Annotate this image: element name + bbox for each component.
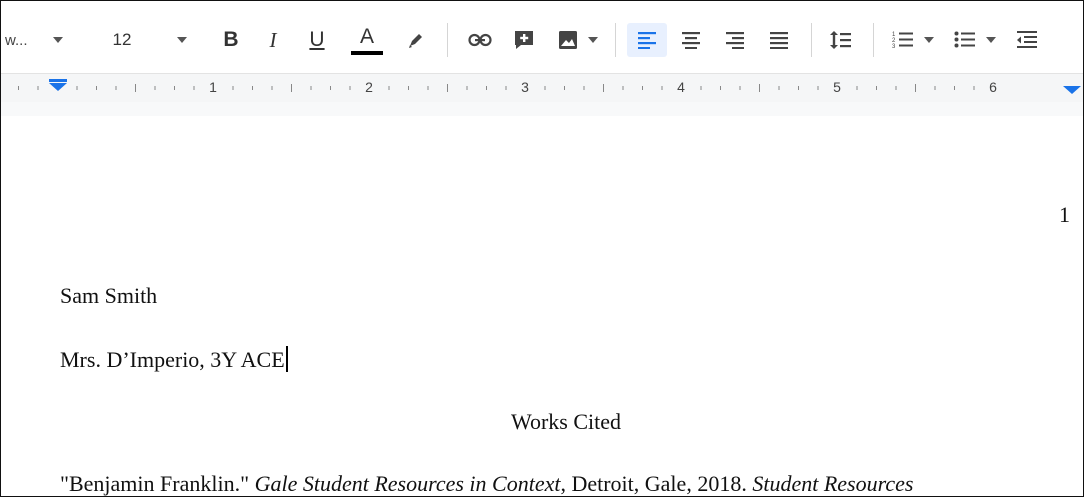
citation-database-italic: Student Resources [752, 471, 914, 496]
ruler-tick [447, 84, 448, 92]
ruler-tick [466, 86, 468, 90]
citation-part: "Benjamin Franklin." [60, 471, 255, 496]
document-page[interactable]: 1 Sam Smith Mrs. D’Imperio, 3Y ACE Works… [1, 116, 1083, 496]
ruler-tick [544, 86, 546, 90]
toolbar-separator [873, 23, 874, 57]
left-indent-marker-icon [49, 83, 67, 91]
text-color-button[interactable]: A [351, 23, 383, 57]
teacher-line[interactable]: Mrs. D’Imperio, 3Y ACE [60, 346, 288, 373]
ruler-number: 5 [833, 79, 841, 95]
align-left-icon[interactable] [627, 23, 667, 57]
ruler-tick [486, 86, 487, 90]
page-gap [1, 102, 1083, 116]
italic-button[interactable]: I [259, 23, 287, 57]
ruler-tick [759, 84, 760, 92]
ruler-number: 1 [209, 79, 217, 95]
ruler-number: 6 [989, 79, 997, 95]
link-icon[interactable] [463, 23, 497, 57]
bulleted-list-dropdown-icon[interactable] [983, 23, 999, 57]
svg-text:3: 3 [892, 44, 896, 50]
right-indent-marker-icon [1063, 86, 1081, 94]
citation-source-italic: Gale Student Resources in Context [254, 471, 561, 496]
ruler-number: 3 [521, 79, 529, 95]
student-name-line[interactable]: Sam Smith [60, 283, 157, 309]
citation-part: , Detroit, Gale, 2018. [560, 471, 753, 496]
works-cited-title[interactable]: Works Cited [1, 409, 1083, 435]
ruler-tick [37, 86, 39, 90]
ruler-tick [564, 86, 565, 90]
ruler-tick [583, 86, 585, 90]
ruler-tick [642, 86, 643, 90]
ruler-number: 2 [365, 79, 373, 95]
ruler-tick [154, 86, 156, 90]
ruler-tick [856, 86, 858, 90]
ruler-tick [76, 86, 78, 90]
toolbar-separator [811, 23, 812, 57]
ruler-tick [388, 86, 390, 90]
image-dropdown-arrow-icon[interactable] [585, 23, 601, 57]
align-right-icon[interactable] [717, 23, 753, 57]
ruler-tick [408, 86, 409, 90]
ruler-tick [895, 86, 897, 90]
bulleted-list-icon[interactable] [947, 23, 983, 57]
align-center-icon[interactable] [673, 23, 709, 57]
text-cursor [285, 346, 288, 372]
ruler-number: 4 [677, 79, 685, 95]
text-color-label: A [359, 24, 374, 48]
decrease-indent-icon[interactable] [1009, 23, 1045, 57]
docs-editor: w... 12 B I U A 1 2 3 1 2 3 4 5 6 1 Sam … [0, 0, 1084, 497]
ruler-tick [330, 86, 331, 90]
ruler-tick [252, 86, 253, 90]
ruler-tick [622, 86, 624, 90]
ruler-tick [603, 84, 604, 92]
ruler-tick [291, 84, 292, 92]
ruler-tick [310, 86, 312, 90]
ruler-tick [876, 86, 877, 90]
ruler-tick [778, 86, 780, 90]
ruler-tick [349, 86, 351, 90]
add-comment-icon[interactable] [507, 23, 541, 57]
teacher-line-text: Mrs. D’Imperio, 3Y ACE [60, 347, 285, 372]
ruler-tick [505, 86, 507, 90]
toolbar-separator [447, 23, 448, 57]
first-line-indent-marker-icon [49, 79, 67, 82]
ruler-tick [817, 86, 819, 90]
font-size-select[interactable]: 12 [107, 23, 137, 57]
size-dropdown-arrow-icon[interactable] [173, 23, 191, 57]
ruler-tick [798, 86, 799, 90]
ruler-tick [115, 86, 117, 90]
ruler-tick [915, 84, 916, 92]
justify-icon[interactable] [761, 23, 797, 57]
ruler-tick [934, 86, 936, 90]
page-number: 1 [1059, 202, 1070, 227]
ruler-tick [18, 86, 19, 90]
insert-image-icon[interactable] [551, 23, 585, 57]
ruler-tick [720, 86, 721, 90]
numbered-list-icon[interactable]: 123 [885, 23, 921, 57]
formatting-toolbar: w... 12 B I U A 1 2 3 [1, 1, 1083, 73]
ruler-tick [174, 86, 175, 90]
highlight-pen-icon[interactable] [399, 23, 433, 57]
ruler-tick [661, 86, 663, 90]
font-dropdown-arrow-icon[interactable] [49, 23, 67, 57]
ruler-tick [973, 86, 975, 90]
ruler-tick [232, 86, 234, 90]
horizontal-ruler[interactable]: 1 2 3 4 5 6 [1, 73, 1083, 103]
text-color-swatch [351, 50, 383, 55]
toolbar-separator [615, 23, 616, 57]
ruler-tick [700, 86, 702, 90]
ruler-tick [427, 86, 429, 90]
ruler-tick [954, 86, 955, 90]
ruler-tick [193, 86, 195, 90]
ruler-tick [96, 86, 97, 90]
ruler-tick [135, 84, 136, 92]
ruler-tick [271, 86, 273, 90]
citation-entry[interactable]: "Benjamin Franklin." Gale Student Resour… [60, 471, 914, 496]
ruler-tick [739, 86, 741, 90]
numbered-list-dropdown-icon[interactable] [921, 23, 937, 57]
line-spacing-icon[interactable] [823, 23, 859, 57]
underline-button[interactable]: U [303, 23, 331, 57]
ruler-ticks [18, 79, 1081, 94]
bold-button[interactable]: B [217, 23, 245, 57]
